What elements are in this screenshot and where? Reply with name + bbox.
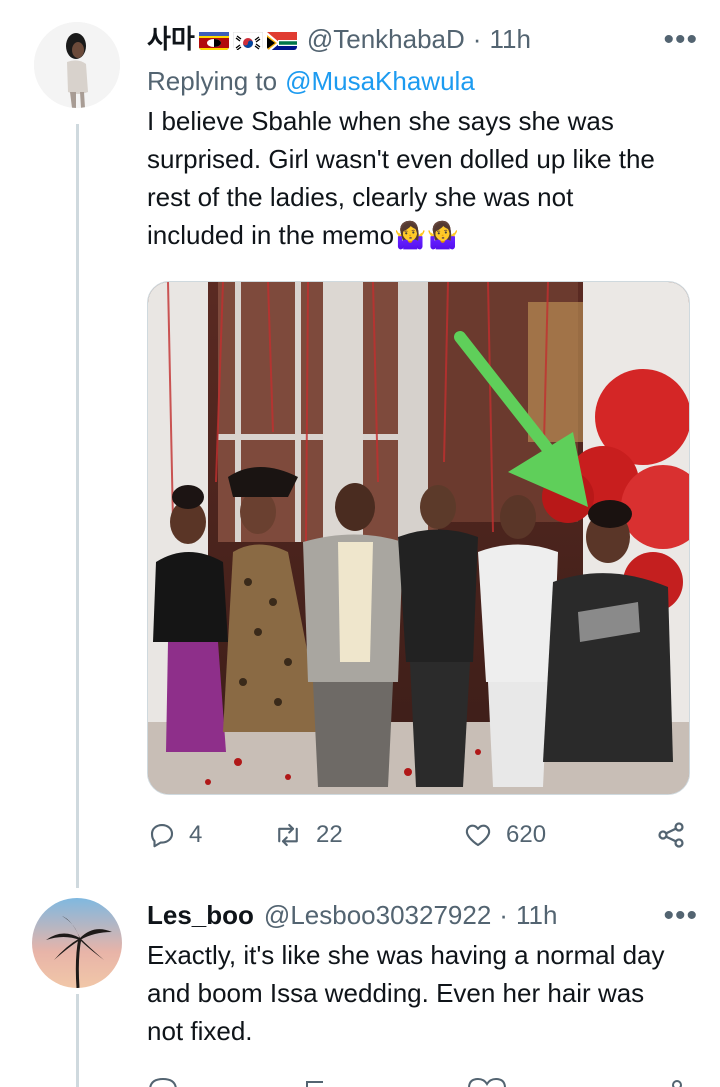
retweet-count: 22	[316, 821, 343, 848]
shrug-emoji: 🤷‍♀️🤷‍♀️	[394, 220, 459, 250]
like-button[interactable]: 620	[462, 820, 647, 850]
separator: ·	[472, 24, 482, 54]
reply-button[interactable]: 4	[147, 820, 272, 850]
display-name[interactable]: 사마	[147, 22, 195, 56]
share-button[interactable]	[655, 819, 687, 851]
more-options-icon[interactable]: •••	[663, 901, 698, 931]
flag-south-africa-icon	[266, 28, 297, 50]
timestamp[interactable]: 11h	[516, 898, 557, 932]
flag-korea-icon	[232, 28, 263, 50]
tweet-2[interactable]: Les_boo @Lesboo30327922 · 11h ••• Exactl…	[147, 898, 698, 1050]
heart-icon	[465, 824, 491, 847]
avatar[interactable]	[34, 22, 120, 108]
more-options-icon[interactable]: •••	[663, 25, 698, 55]
handle[interactable]: @TenkhabaD	[307, 22, 465, 56]
replying-handle-link[interactable]: @MusaKhawula	[285, 64, 475, 98]
reply-count: 4	[189, 821, 203, 848]
tweet-header: 사마 @TenkhabaD · 11h	[147, 22, 698, 56]
thread-line-bottom	[76, 994, 79, 1087]
display-name[interactable]: Les_boo	[147, 898, 254, 932]
tweet-text-container: I believe Sbahle when she says she was s…	[147, 102, 667, 254]
replying-prefix: Replying to	[147, 66, 278, 96]
tweet-actions: 4 22 620	[147, 815, 687, 855]
tweet-header: Les_boo @Lesboo30327922 · 11h	[147, 898, 698, 932]
avatar[interactable]	[32, 898, 122, 988]
reply-icon	[150, 823, 174, 848]
tweet-text: Exactly, it's like she was having a norm…	[147, 940, 665, 1046]
flag-eswatini-icon	[198, 28, 229, 50]
tweet-1[interactable]: 사마 @TenkhabaD · 11h ••• Replying to @Mus…	[147, 22, 698, 254]
handle[interactable]: @Lesboo30327922	[264, 898, 491, 932]
replying-to: Replying to @MusaKhawula	[147, 64, 698, 98]
thread-line-top	[76, 124, 79, 888]
tweet-2-actions-partial	[147, 1076, 687, 1087]
separator: ·	[499, 900, 508, 930]
tweet-photo[interactable]	[147, 281, 690, 795]
timestamp[interactable]: 11h	[489, 22, 530, 56]
retweet-button[interactable]: 22	[272, 820, 462, 850]
retweet-icon	[278, 823, 298, 847]
share-icon	[658, 822, 684, 848]
like-count: 620	[506, 821, 547, 848]
